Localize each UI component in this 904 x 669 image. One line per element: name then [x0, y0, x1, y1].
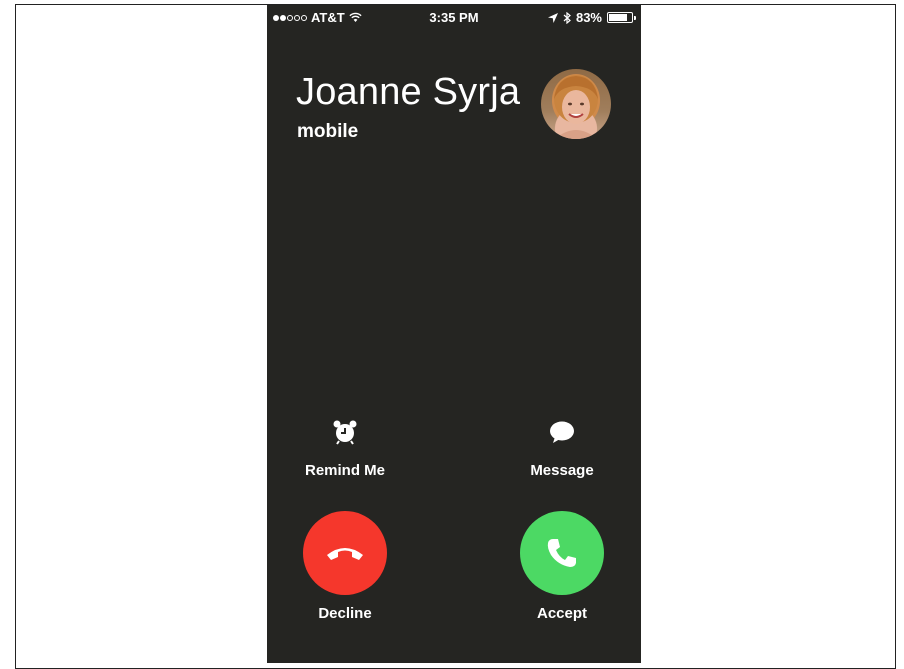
battery-percent: 83%: [575, 10, 602, 25]
battery-level-fill: [609, 14, 628, 21]
caller-number-label: mobile: [297, 121, 359, 142]
alarm-clock-icon: [333, 420, 357, 445]
bluetooth-icon: [563, 11, 571, 24]
decline-label: Decline: [318, 605, 372, 622]
status-right: 83%: [547, 10, 636, 25]
caller-name: Joanne Syrja: [296, 71, 521, 113]
phone-icon: [547, 539, 576, 567]
message-button[interactable]: Message: [502, 418, 622, 479]
speech-bubble-icon: [550, 421, 574, 443]
decline-button[interactable]: Decline: [285, 511, 405, 622]
accept-label: Accept: [536, 605, 588, 622]
status-bar: AT&T 3:35 PM 83%: [267, 5, 641, 29]
location-arrow-icon: [547, 12, 558, 23]
hang-up-icon: [327, 548, 363, 560]
incoming-call-screen: AT&T 3:35 PM 83% Joanne Syrja mobile Rem…: [267, 5, 641, 663]
decline-circle[interactable]: [303, 511, 387, 595]
message-label: Message: [530, 462, 594, 479]
caller-avatar: [541, 69, 611, 139]
accept-circle[interactable]: [520, 511, 604, 595]
battery-icon: [607, 12, 636, 23]
remind-me-button[interactable]: Remind Me: [285, 418, 405, 479]
accept-button[interactable]: Accept: [502, 511, 622, 622]
remind-me-label: Remind Me: [304, 462, 385, 479]
